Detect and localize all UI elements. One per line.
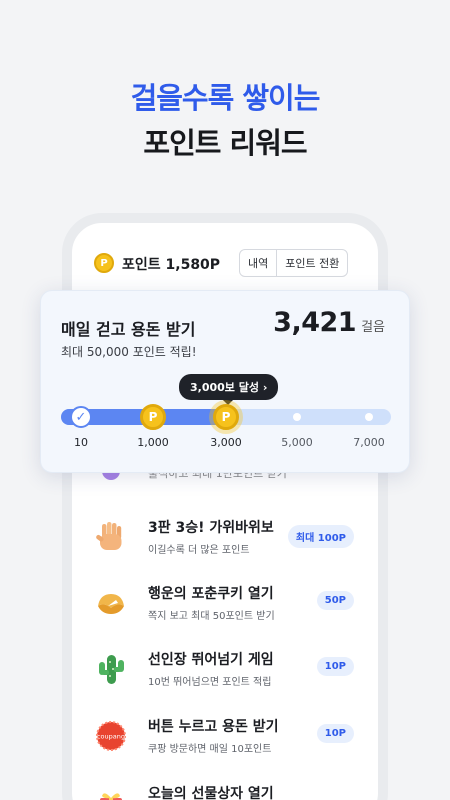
cactus-icon (94, 652, 128, 686)
points-topbar: P 포인트 1,580P 내역 포인트 전환 (84, 246, 374, 280)
list-item-title: 선인장 뛰어넘기 게임 (148, 652, 274, 668)
reward-badge: 최대 100P (287, 525, 354, 548)
point-coin-icon[interactable]: P (213, 404, 239, 430)
headline: 걸을수록 쌓이는 포인트 리워드 (0, 78, 450, 163)
milestone-label: 1,000 (137, 436, 169, 449)
step-count: 3,421 걸음 (273, 307, 385, 338)
milestone-label: 10 (74, 436, 88, 449)
list-item-title: 버튼 누르고 용돈 받기 (148, 719, 279, 735)
milestone-dot (293, 413, 301, 421)
headline-line1: 걸을수록 쌓이는 (130, 81, 321, 115)
list-item-rock-paper-scissors[interactable]: 3판 3승! 가위바위보 이길수록 더 많은 포인트 최대 100P (90, 514, 362, 564)
list-item-desc: 쪽지 보고 최대 50포인트 받기 (148, 611, 275, 622)
convert-points-button[interactable]: 포인트 전환 (276, 250, 347, 276)
milestone-label: 7,000 (353, 436, 385, 449)
list-item-desc: 쿠팡 방문하면 매일 10포인트 (148, 744, 272, 755)
step-count-unit: 걸음 (361, 320, 385, 335)
list-item-title: 행운의 포춘쿠키 열기 (148, 586, 274, 602)
svg-text:coupang: coupang (97, 733, 125, 741)
hand-icon (94, 520, 128, 554)
list-item-title: 출석하고 최대 1만포인트 받기 (148, 472, 287, 480)
list-item-title: 3판 3승! 가위바위보 (148, 520, 274, 536)
attendance-icon (102, 472, 120, 480)
list-item-coupang-visit[interactable]: coupang 버튼 누르고 용돈 받기 쿠팡 방문하면 매일 10포인트 10… (90, 713, 362, 763)
fortune-cookie-icon (94, 586, 128, 620)
point-coin-icon: P (94, 253, 114, 273)
list-item-partial[interactable]: 출석하고 최대 1만포인트 받기 (100, 472, 300, 482)
list-item-desc: 10번 뛰어넘으면 포인트 적립 (148, 677, 272, 688)
check-icon: ✓ (70, 406, 92, 428)
list-item-cactus-game[interactable]: 선인장 뛰어넘기 게임 10번 뛰어넘으면 포인트 적립 10P (90, 646, 362, 696)
milestone-tooltip[interactable]: 3,000보 달성 › (179, 374, 279, 405)
milestone-label: 5,000 (281, 436, 313, 449)
list-item-gift-box[interactable]: 오늘의 선물상자 열기 (90, 780, 362, 800)
reward-badge: 10P (316, 657, 354, 676)
list-item-desc: 이길수록 더 많은 포인트 (148, 545, 250, 556)
points-balance: 포인트 1,580P (122, 257, 221, 273)
progress-track: ✓ P P (61, 404, 391, 430)
reward-badge: 10P (316, 724, 354, 743)
headline-line2: 포인트 리워드 (143, 126, 307, 160)
daily-walk-card[interactable]: 매일 걷고 용돈 받기 최대 50,000 포인트 적립! 3,421 걸음 3… (40, 290, 410, 473)
milestone-dot (365, 413, 373, 421)
milestone-label: 3,000 (210, 436, 242, 449)
step-count-value: 3,421 (273, 307, 357, 338)
list-item-title: 오늘의 선물상자 열기 (148, 786, 274, 800)
point-coin-icon[interactable]: P (140, 404, 166, 430)
milestone-labels: 10 1,000 3,000 5,000 7,000 (61, 436, 391, 452)
history-button[interactable]: 내역 (240, 250, 276, 276)
coupang-icon: coupang (94, 719, 128, 753)
list-item-fortune-cookie[interactable]: 행운의 포춘쿠키 열기 쪽지 보고 최대 50포인트 받기 50P (90, 580, 362, 630)
card-title: 매일 걷고 용돈 받기 (61, 320, 196, 339)
topbar-button-group: 내역 포인트 전환 (239, 249, 349, 277)
gift-box-icon (94, 786, 128, 800)
card-subtitle: 최대 50,000 포인트 적립! (61, 345, 197, 359)
reward-badge: 50P (316, 591, 354, 610)
